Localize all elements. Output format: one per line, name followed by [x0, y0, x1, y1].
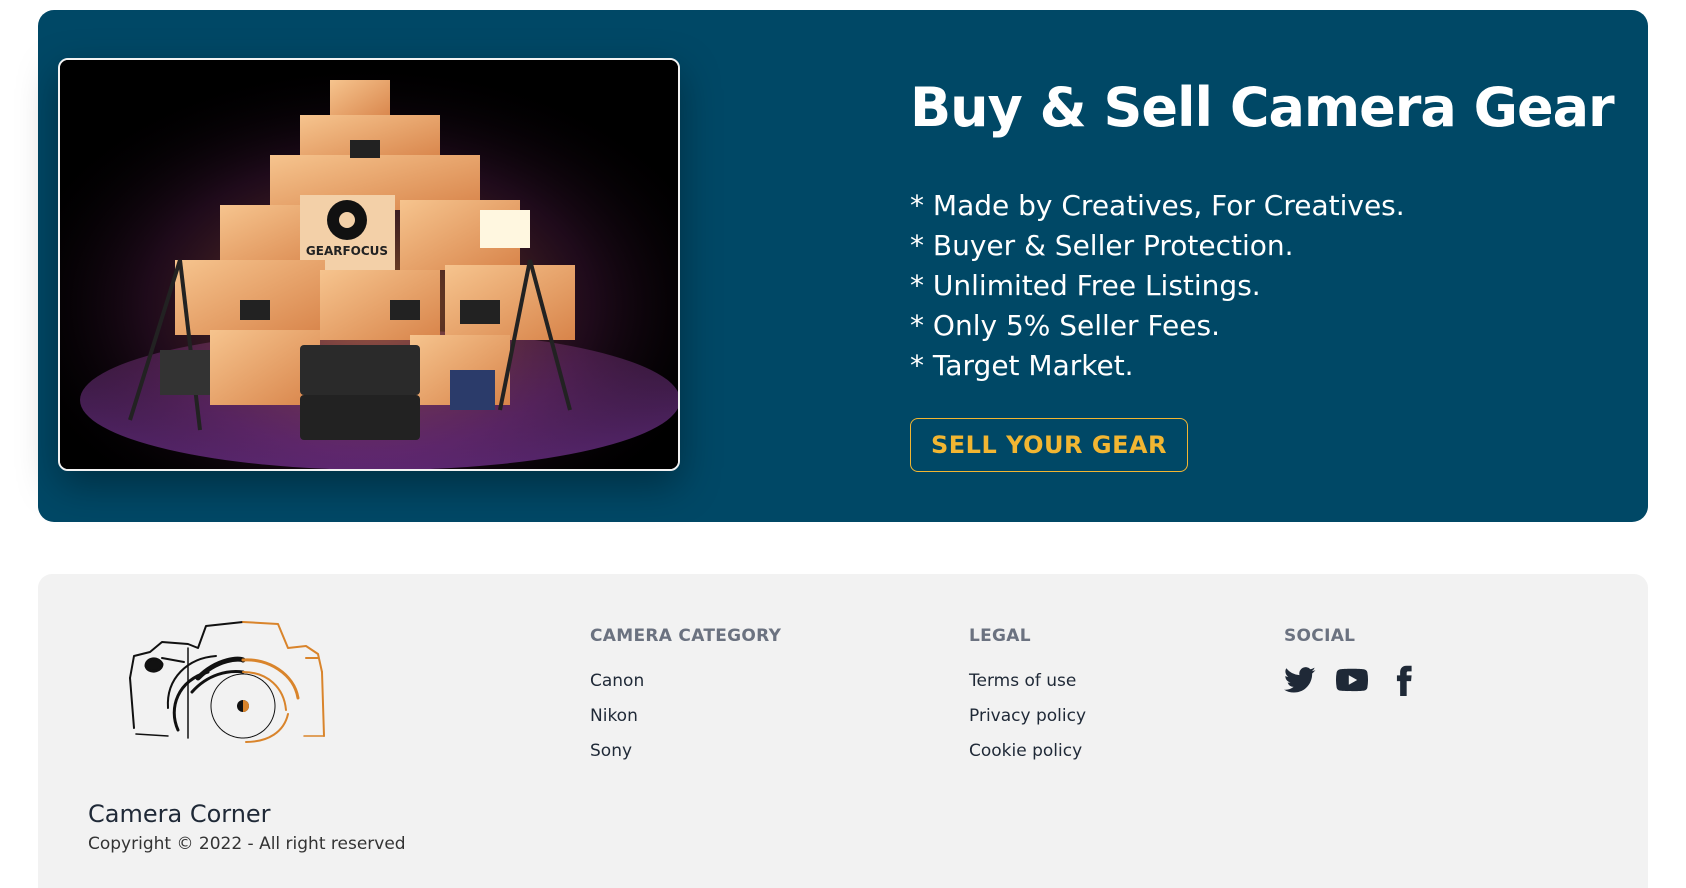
youtube-icon[interactable] — [1335, 664, 1369, 696]
feature-item: Only 5% Seller Fees. — [910, 306, 1610, 346]
camera-logo-icon — [128, 618, 338, 748]
link-terms-of-use[interactable]: Terms of use — [969, 664, 1086, 699]
column-title: CAMERA CATEGORY — [590, 626, 782, 646]
hero-banner: GEARFOCUS Buy & Sell Camera Gear Ma — [38, 10, 1648, 522]
column-title: LEGAL — [969, 626, 1031, 646]
twitter-icon[interactable] — [1284, 664, 1316, 696]
hero-text-block: Buy & Sell Camera Gear Made by Creatives… — [910, 74, 1615, 472]
feature-item: Target Market. — [910, 346, 1610, 386]
site-footer: Camera Corner Copyright © 2022 - All rig… — [38, 574, 1648, 888]
link-nikon[interactable]: Nikon — [590, 699, 781, 734]
legal-links: Terms of use Privacy policy Cookie polic… — [969, 664, 1086, 769]
feature-item: Unlimited Free Listings. — [910, 266, 1610, 306]
brand-name: Camera Corner — [88, 800, 271, 828]
link-privacy-policy[interactable]: Privacy policy — [969, 699, 1086, 734]
hero-gear-image: GEARFOCUS — [58, 58, 680, 471]
footer-column-legal: LEGAL Terms of use Privacy policy Cookie… — [969, 626, 1086, 769]
footer-column-social: SOCIAL — [1284, 626, 1420, 696]
footer-column-camera-category: CAMERA CATEGORY Canon Nikon Sony — [590, 626, 781, 769]
link-sony[interactable]: Sony — [590, 734, 781, 769]
link-canon[interactable]: Canon — [590, 664, 781, 699]
social-icons — [1284, 664, 1420, 696]
link-cookie-policy[interactable]: Cookie policy — [969, 734, 1086, 769]
sell-your-gear-button[interactable]: SELL YOUR GEAR — [910, 418, 1189, 472]
camera-category-links: Canon Nikon Sony — [590, 664, 781, 769]
feature-item: Buyer & Seller Protection. — [910, 226, 1610, 266]
feature-item: Made by Creatives, For Creatives. — [910, 186, 1610, 226]
hero-image-brand-text: GEARFOCUS — [306, 244, 388, 258]
feature-list: Made by Creatives, For Creatives. Buyer … — [910, 186, 1610, 386]
page: GEARFOCUS Buy & Sell Camera Gear Ma — [0, 0, 1686, 888]
facebook-icon[interactable] — [1388, 664, 1420, 696]
copyright-text: Copyright © 2022 - All right reserved — [88, 834, 406, 854]
hero-title: Buy & Sell Camera Gear — [910, 76, 1615, 139]
column-title: SOCIAL — [1284, 626, 1356, 646]
